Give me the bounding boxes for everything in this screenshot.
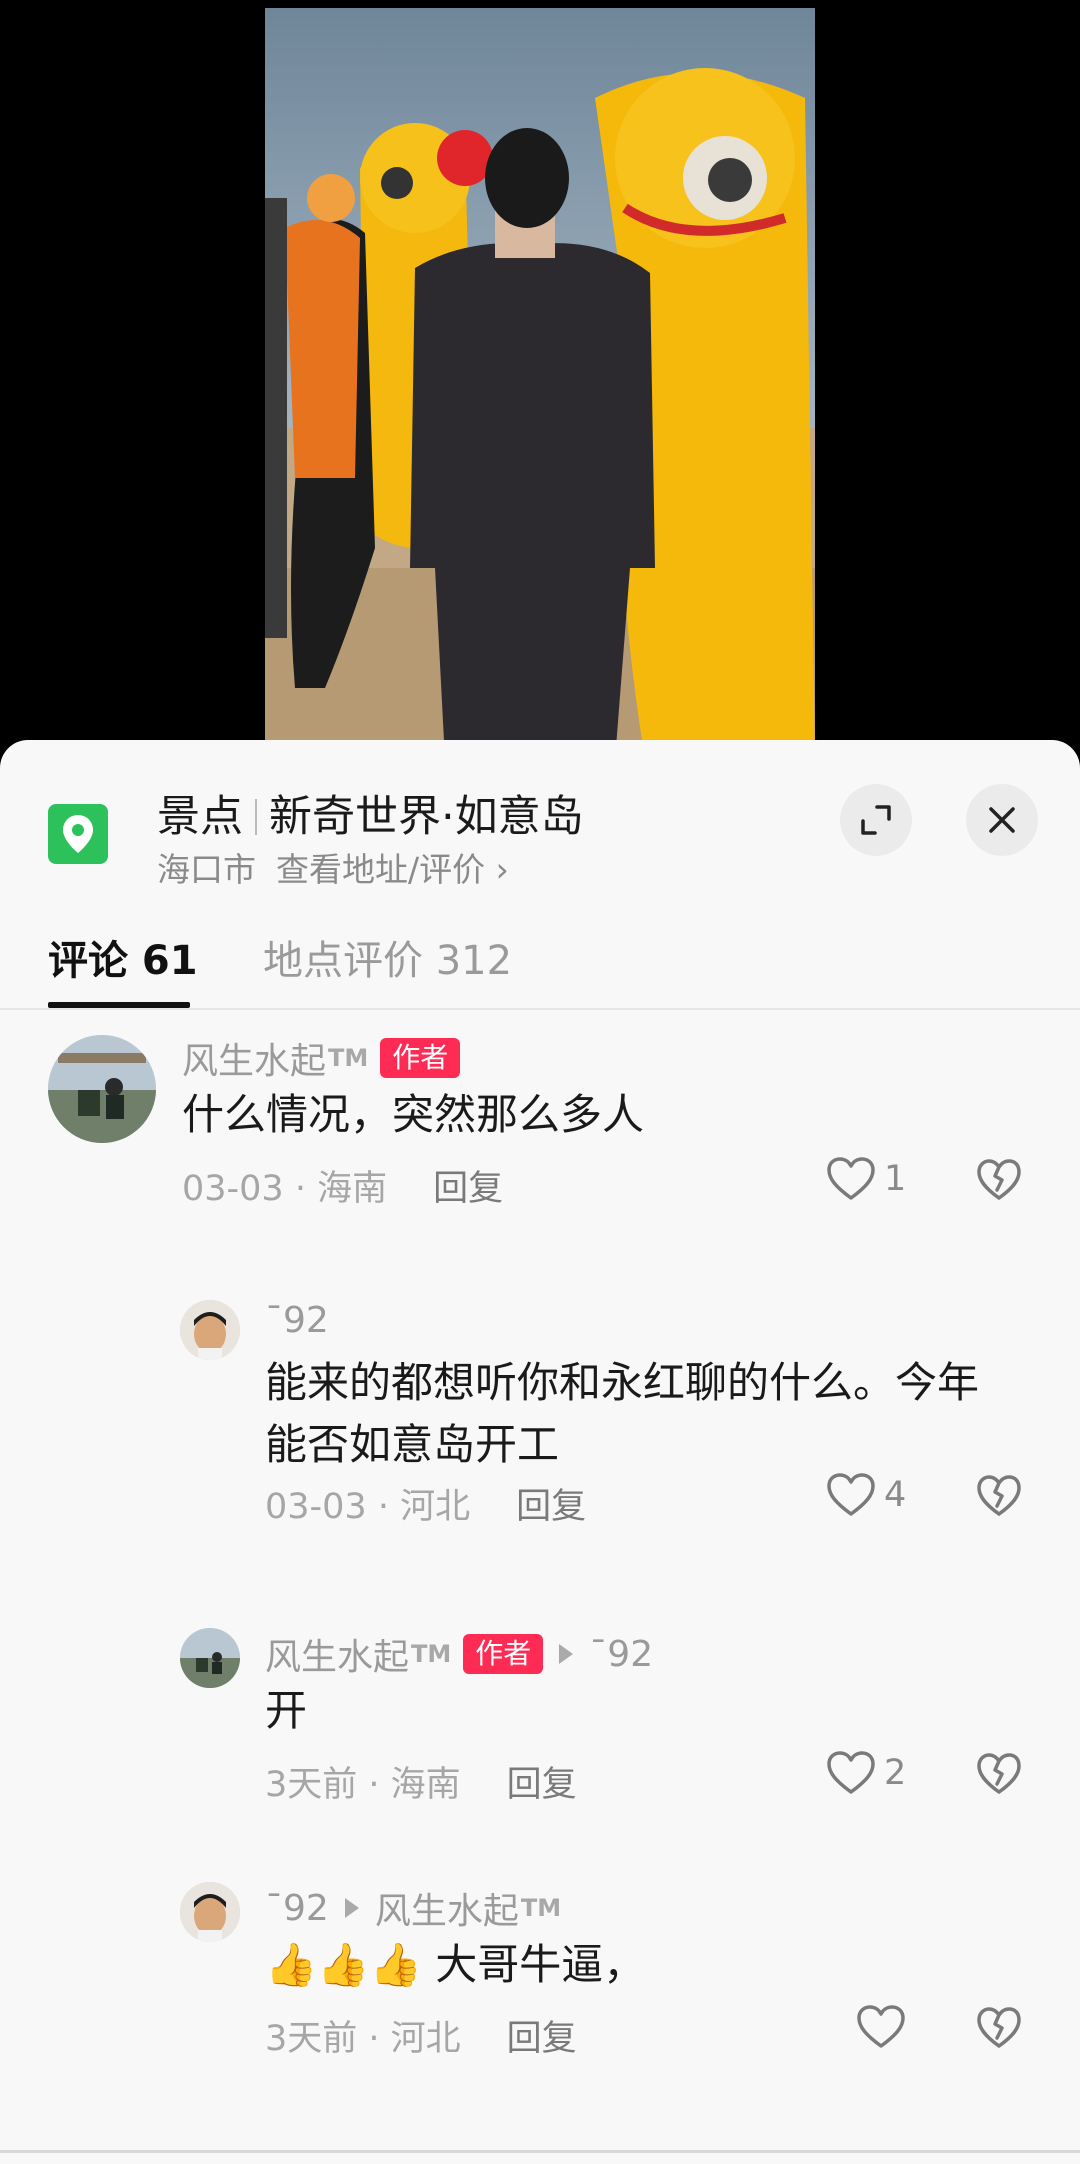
avatar[interactable] [180, 1628, 240, 1688]
location-city: 海口市 [157, 850, 256, 889]
tab-place-reviews[interactable]: 地点评价 312 [263, 928, 512, 986]
reply-meta: 03-03 · 河北 回复 [265, 1487, 587, 1527]
reply-to-user[interactable]: ˉ92 [589, 1634, 653, 1675]
dislike-button[interactable] [976, 2006, 1022, 2054]
broken-heart-icon [977, 2007, 1021, 2048]
reply-to-user[interactable]: 风生水起 [375, 1882, 519, 1934]
comment-item: 风生水起 TM 作者 什么情况，突然那么多人 03-03 · 海南 回复 1 [0, 1010, 1080, 1260]
like-button[interactable]: 4 [826, 1472, 906, 1518]
reply-button[interactable]: 回复 [516, 1487, 586, 1527]
reply-arrow-icon [559, 1644, 574, 1664]
reply-text: 👍👍👍 大哥牛逼， [265, 1940, 646, 1989]
avatar[interactable] [180, 1300, 240, 1360]
like-count: 2 [884, 1753, 907, 1793]
reply-item: ˉ92 风生水起 TM 👍👍👍 大哥牛逼， 3天前 · 河北 回复 [0, 1882, 1080, 2122]
heart-icon [827, 1157, 875, 1200]
avatar[interactable] [48, 1035, 156, 1143]
location-pin-icon [48, 804, 108, 864]
location-header[interactable]: 景点 新奇世界·如意岛 海口市 查看地址/评价 › [0, 740, 1080, 890]
reply-item: 风生水起 TM 作者 ˉ92 开 3天前 · 海南 回复 2 [0, 1628, 1080, 1868]
broken-heart-icon [977, 1753, 1021, 1794]
comment-author[interactable]: 风生水起 TM 作者 [182, 1032, 461, 1084]
comment-text: 什么情况，突然那么多人 [182, 1090, 645, 1139]
author-badge: 作者 [463, 1634, 544, 1674]
like-button[interactable]: 2 [826, 1750, 906, 1796]
location-name: 新奇世界·如意岛 [269, 792, 584, 842]
location-title[interactable]: 景点 新奇世界·如意岛 [157, 782, 584, 844]
tab-comments[interactable]: 评论 61 [48, 928, 198, 986]
expand-button[interactable] [840, 784, 912, 856]
location-category: 景点 [157, 792, 243, 842]
broken-heart-icon [977, 1159, 1021, 1200]
heart-icon [857, 2005, 905, 2048]
reply-button[interactable]: 回复 [507, 2019, 577, 2059]
like-count: 1 [884, 1159, 907, 1199]
reply-text: 开 [265, 1686, 308, 1735]
close-button[interactable] [966, 784, 1038, 856]
bottom-divider [0, 2150, 1080, 2153]
like-count: 4 [884, 1475, 907, 1515]
view-address-link[interactable]: 查看地址/评价 › [276, 850, 509, 889]
close-icon [989, 807, 1015, 833]
dislike-button[interactable] [976, 1474, 1022, 1522]
active-tab-indicator [48, 1002, 190, 1008]
reply-text: 能来的都想听你和永红聊的什么。今年 能否如意岛开工 [265, 1358, 980, 1469]
reply-author[interactable]: 风生水起 TM 作者 ˉ92 [265, 1628, 653, 1680]
reply-author[interactable]: ˉ92 [265, 1300, 329, 1341]
author-badge: 作者 [380, 1038, 461, 1078]
expand-icon [861, 805, 891, 835]
location-subtitle[interactable]: 海口市 查看地址/评价 › [157, 843, 509, 891]
reply-item: ˉ92 能来的都想听你和永红聊的什么。今年 能否如意岛开工 03-03 · 河北… [0, 1288, 1080, 1578]
reply-meta: 3天前 · 海南 回复 [265, 1765, 577, 1805]
video-player[interactable] [0, 0, 1080, 760]
lion-dance-video-still [265, 8, 815, 760]
broken-heart-icon [977, 1475, 1021, 1516]
reply-meta: 3天前 · 河北 回复 [265, 2019, 577, 2059]
reply-button[interactable]: 回复 [433, 1169, 503, 1209]
reply-author[interactable]: ˉ92 风生水起 TM [265, 1882, 561, 1934]
avatar[interactable] [180, 1882, 240, 1942]
reply-button[interactable]: 回复 [507, 1765, 577, 1805]
heart-icon [827, 1473, 875, 1516]
reply-arrow-icon [344, 1898, 359, 1918]
heart-icon [827, 1751, 875, 1794]
like-button[interactable]: 1 [826, 1156, 906, 1202]
comment-meta: 03-03 · 海南 回复 [182, 1169, 504, 1209]
dislike-button[interactable] [976, 1752, 1022, 1800]
tab-bar: 评论 61 地点评价 312 [0, 890, 1080, 1010]
video-frame [265, 8, 815, 760]
comments-sheet: 景点新奇世界·如意岛 海口市查看地址/评价 › 评论 61 地点评价 312 [0, 740, 1080, 2164]
title-divider [255, 799, 257, 835]
like-button[interactable] [856, 2004, 914, 2050]
thumbs-up-emoji: 👍👍👍 [265, 1940, 422, 1989]
dislike-button[interactable] [976, 1158, 1022, 1206]
